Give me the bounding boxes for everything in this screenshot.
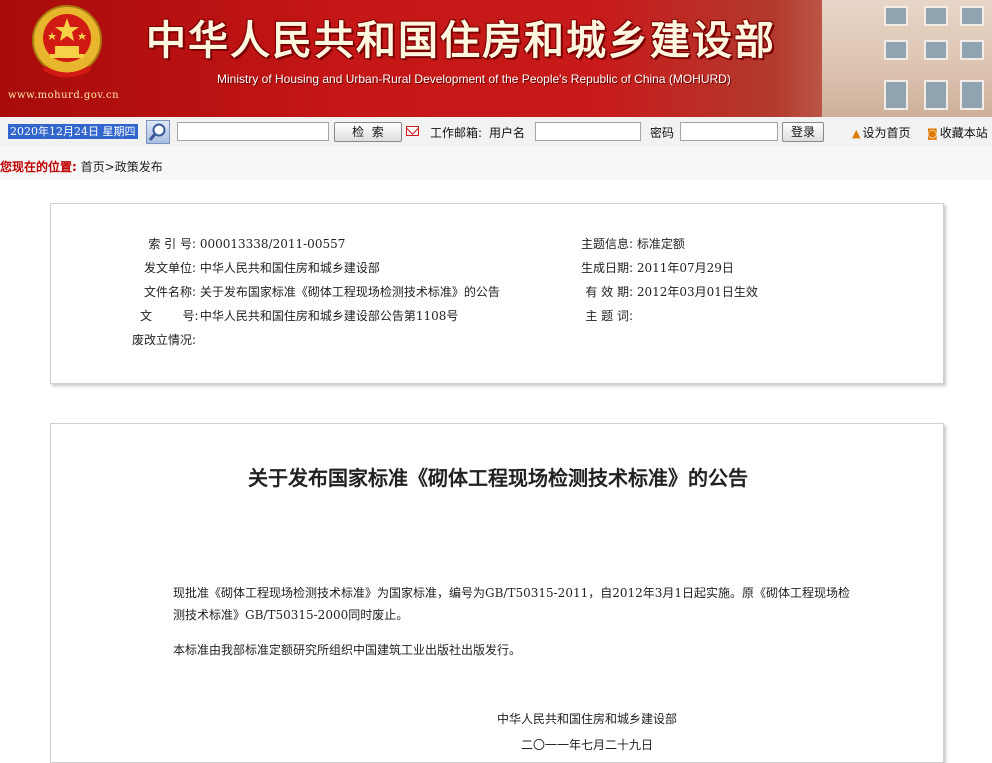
password-label: 密码	[650, 126, 675, 140]
login-button[interactable]: 登录	[782, 122, 824, 142]
article-title: 关于发布国家标准《砌体工程现场检测技术标准》的公告	[248, 466, 748, 490]
meta-revision-label: 废改立情况:	[131, 333, 196, 347]
meta-topic-label: 主题信息:	[580, 237, 633, 251]
current-date: 2020年12月24日 星期四	[8, 124, 138, 139]
meta-docno-label: 文 号:	[140, 309, 199, 323]
top-toolbar: 2020年12月24日 星期四 检 索 工作邮箱: 用户名 密码 登录 ▲ 设为首…	[0, 117, 992, 148]
meta-valid-value: 2012年03月01日生效	[636, 285, 758, 299]
meta-keywords-row: 主 题 词:	[577, 307, 633, 324]
article-paragraph-1-text: 现批准《砌体工程现场检测技术标准》为国家标准，编号为GB/T50315-2011…	[173, 586, 851, 622]
article-paragraph-2-text: 本标准由我部标准定额研究所组织中国建筑工业出版社出版发行。	[173, 643, 522, 657]
home-arrow-icon: ▲	[852, 127, 861, 140]
meta-filename-row: 文件名称: 关于发布国家标准《砌体工程现场检测技术标准》的公告	[140, 283, 500, 300]
meta-index-row: 索 引 号: 000013338/2011-00557	[140, 235, 345, 252]
meta-date-value: 2011年07月29日	[636, 261, 734, 275]
meta-date-label: 生成日期:	[580, 261, 633, 275]
bookmark-icon: ◙	[927, 127, 938, 140]
meta-docno-value: 中华人民共和国住房和城乡建设部公告第1108号	[199, 309, 459, 323]
meta-index-value: 000013338/2011-00557	[199, 237, 346, 251]
breadcrumb-lead: 您现在的位置:	[0, 160, 77, 174]
meta-docno-row: 文 号: 中华人民共和国住房和城乡建设部公告第1108号	[140, 307, 458, 324]
article-paragraph-2: 本标准由我部标准定额研究所组织中国建筑工业出版社出版发行。	[173, 639, 853, 661]
search-icon[interactable]	[146, 120, 170, 144]
article-sign-date: 二〇一一年七月二十九日	[521, 738, 654, 752]
article-box: 关于发布国家标准《砌体工程现场检测技术标准》的公告 现批准《砌体工程现场检测技术…	[50, 423, 944, 763]
meta-topic-value: 标准定额	[636, 237, 685, 251]
breadcrumb: 您现在的位置: 首页>政策发布	[0, 147, 992, 180]
meta-revision-row: 废改立情况:	[122, 331, 196, 348]
meta-keywords-label: 主 题 词:	[585, 309, 633, 323]
breadcrumb-current-link[interactable]: 政策发布	[115, 160, 163, 174]
meta-valid-row: 有 效 期: 2012年03月01日生效	[577, 283, 758, 300]
meta-date-row: 生成日期: 2011年07月29日	[577, 259, 734, 276]
username-field[interactable]	[535, 122, 641, 141]
article-paragraph-1: 现批准《砌体工程现场检测技术标准》为国家标准，编号为GB/T50315-2011…	[173, 582, 853, 626]
building-photo	[822, 0, 992, 117]
header-banner: www.mohurd.gov.cn 中华人民共和国住房和城乡建设部 Minist…	[0, 0, 992, 117]
document-metadata-box: 索 引 号: 000013338/2011-00557 发文单位: 中华人民共和…	[50, 203, 944, 384]
mail-icon	[406, 126, 419, 136]
set-homepage-link[interactable]: ▲ 设为首页	[852, 124, 910, 141]
meta-issuer-label: 发文单位:	[143, 261, 196, 275]
search-input[interactable]	[177, 122, 329, 141]
meta-index-label: 索 引 号:	[148, 237, 196, 251]
meta-issuer-row: 发文单位: 中华人民共和国住房和城乡建设部	[140, 259, 380, 276]
bookmark-link[interactable]: ◙ 收藏本站	[927, 124, 988, 141]
meta-issuer-value: 中华人民共和国住房和城乡建设部	[199, 261, 380, 275]
meta-filename-label: 文件名称:	[143, 285, 196, 299]
meta-topic-row: 主题信息: 标准定额	[577, 235, 685, 252]
breadcrumb-separator: >	[104, 160, 115, 174]
breadcrumb-home-link[interactable]: 首页	[81, 160, 105, 174]
search-button[interactable]: 检 索	[334, 122, 402, 142]
username-label: 用户名	[489, 126, 526, 140]
article-signer: 中华人民共和国住房和城乡建设部	[497, 712, 678, 726]
site-title-cn: 中华人民共和国住房和城乡建设部	[146, 18, 776, 64]
password-field[interactable]	[680, 122, 778, 141]
meta-filename-value: 关于发布国家标准《砌体工程现场检测技术标准》的公告	[199, 285, 500, 299]
work-mail-label: 工作邮箱:	[430, 126, 483, 140]
site-title-en: Ministry of Housing and Urban-Rural Deve…	[217, 72, 731, 86]
bookmark-label: 收藏本站	[939, 126, 988, 140]
set-homepage-label: 设为首页	[862, 126, 911, 140]
site-url: www.mohurd.gov.cn	[8, 90, 120, 101]
national-emblem-icon	[32, 5, 102, 78]
meta-valid-label: 有 效 期:	[585, 285, 633, 299]
